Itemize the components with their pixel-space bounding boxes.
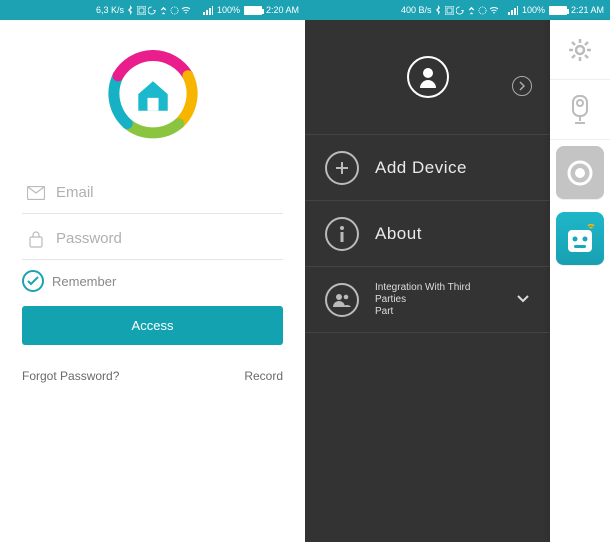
clock: 2:20 AM	[266, 5, 299, 15]
remember-label: Remember	[52, 274, 116, 289]
menu-add-device[interactable]: Add Device	[305, 135, 550, 201]
menu-about[interactable]: About	[305, 201, 550, 267]
mail-icon	[22, 186, 50, 200]
password-field[interactable]	[50, 226, 283, 251]
lens-icon	[565, 158, 595, 188]
people-icon	[325, 283, 359, 317]
settings-button[interactable]	[550, 20, 610, 80]
remember-row: Remember	[22, 270, 283, 292]
gear-icon	[567, 37, 593, 63]
remember-checkbox[interactable]	[22, 270, 44, 292]
app-logo	[22, 50, 283, 142]
status-icons	[435, 5, 499, 15]
camera-button[interactable]	[550, 80, 610, 140]
menu-label: About	[375, 224, 422, 244]
battery-icon	[549, 6, 567, 15]
robot-icon	[564, 222, 596, 256]
integration-line2: Part	[375, 306, 500, 318]
drawer-panel: Add Device About Integration With Third …	[305, 20, 550, 542]
menu-label: Add Device	[375, 158, 467, 178]
signal-icon	[203, 6, 213, 15]
integration-line1: Integration With Third Parties	[375, 282, 500, 306]
side-strip	[550, 20, 610, 542]
menu-integration[interactable]: Integration With Third Parties Part	[305, 267, 550, 333]
email-row	[22, 172, 283, 214]
plus-icon	[325, 151, 359, 185]
camera-icon	[569, 95, 591, 125]
robot-button[interactable]	[556, 212, 604, 266]
status-bar-right: 400 B/s 100% 2:21 AM	[305, 0, 610, 20]
profile-next-icon[interactable]	[512, 76, 532, 96]
login-body: Remember Access Forgot Password? Record	[0, 20, 305, 542]
chevron-down-icon	[516, 291, 530, 309]
avatar-icon[interactable]	[407, 56, 449, 98]
lock-icon	[22, 230, 50, 248]
lens-button[interactable]	[556, 146, 604, 200]
menu-screen: 400 B/s 100% 2:21 AM	[305, 0, 610, 542]
status-bar-left: 6,3 K/s 100% 2:20 AM	[0, 0, 305, 20]
forgot-password-link[interactable]: Forgot Password?	[22, 369, 119, 383]
profile-section	[305, 20, 550, 135]
status-icons	[127, 5, 191, 15]
battery-pct: 100%	[217, 5, 240, 15]
battery-icon	[244, 6, 262, 15]
clock: 2:21 AM	[571, 5, 604, 15]
menu-label-group: Integration With Third Parties Part	[375, 282, 500, 318]
email-field[interactable]	[50, 180, 283, 205]
net-speed: 400 B/s	[401, 5, 432, 15]
record-link[interactable]: Record	[244, 369, 283, 383]
access-button[interactable]: Access	[22, 306, 283, 345]
login-screen: 6,3 K/s 100% 2:20 AM	[0, 0, 305, 542]
signal-icon	[508, 6, 518, 15]
net-speed: 6,3 K/s	[96, 5, 124, 15]
battery-pct: 100%	[522, 5, 545, 15]
info-icon	[325, 217, 359, 251]
password-row	[22, 218, 283, 260]
